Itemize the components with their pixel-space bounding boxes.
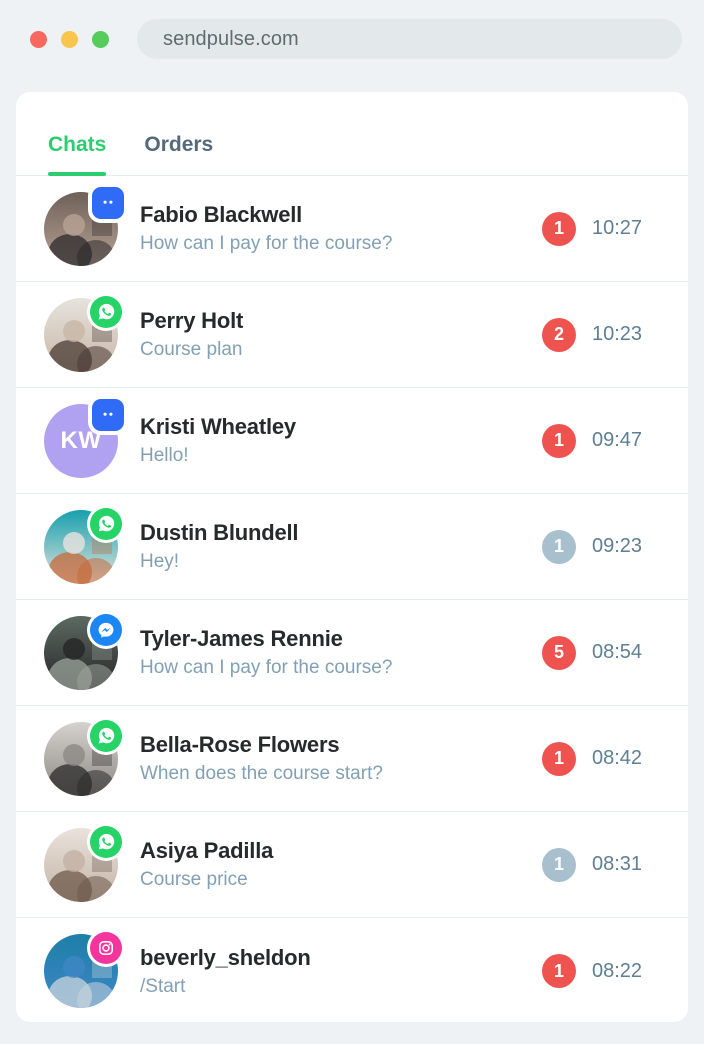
chats-card: Chats Orders Fabio Blackwell How can I pa… — [16, 92, 688, 1022]
timestamp: 09:47 — [592, 429, 643, 451]
chat-text: Perry Holt Course plan — [140, 308, 542, 361]
contact-name: Kristi Wheatley — [140, 414, 296, 439]
maximize-button[interactable] — [92, 30, 109, 48]
contact-name: Dustin Blundell — [140, 520, 299, 545]
timestamp: 09:23 — [592, 535, 643, 557]
contact-name: Bella-Rose Flowers — [140, 732, 340, 757]
chat-row[interactable]: Asiya Padilla Course price 1 08:31 — [16, 812, 688, 918]
chat-row[interactable]: Fabio Blackwell How can I pay for the cou… — [16, 176, 688, 282]
whatsapp-icon — [90, 825, 122, 858]
chat-text: Asiya Padilla Course price — [140, 838, 542, 891]
chat-meta: 2 10:23 — [542, 317, 656, 352]
chat-meta: 1 09:47 — [542, 423, 656, 458]
tab-orders-label: Orders — [144, 133, 214, 156]
avatar — [44, 932, 122, 1008]
url-text: sendpulse.com — [163, 27, 299, 50]
chat-row[interactable]: Dustin Blundell Hey! 1 09:23 — [16, 494, 688, 600]
whatsapp-icon — [90, 719, 122, 752]
chat-text: Bella-Rose Flowers When does the course s… — [140, 732, 542, 785]
chat-meta: 1 09:23 — [542, 529, 656, 564]
message-preview: Hey! — [140, 551, 180, 572]
chat-meta: 1 08:42 — [542, 741, 656, 776]
unread-badge: 1 — [542, 529, 576, 564]
message-preview: How can I pay for the course? — [140, 233, 393, 254]
chat-text: Fabio Blackwell How can I pay for the cou… — [140, 202, 542, 255]
chat-row[interactable]: Perry Holt Course plan 2 10:23 — [16, 282, 688, 388]
avatar — [44, 186, 124, 266]
browser-chrome: sendpulse.com — [0, 0, 704, 78]
message-preview: When does the course start? — [140, 763, 383, 784]
instagram-icon — [90, 932, 122, 964]
timestamp: 08:54 — [592, 641, 643, 663]
address-bar[interactable]: sendpulse.com — [137, 19, 682, 59]
minimize-button[interactable] — [61, 30, 78, 48]
avatar: KW — [44, 398, 124, 478]
unread-badge: 1 — [542, 741, 576, 776]
chat-row[interactable]: Bella-Rose Flowers When does the course s… — [16, 706, 688, 812]
message-preview: Hello! — [140, 445, 189, 466]
chat-text: beverly_sheldon/Start — [140, 945, 542, 998]
chat-list: Fabio Blackwell How can I pay for the cou… — [16, 176, 688, 1022]
contact-name: Tyler-James Rennie — [140, 626, 343, 651]
contact-name: Perry Holt — [140, 308, 244, 333]
contact-name: beverly_sheldon — [140, 944, 311, 970]
chat-meta: 5 08:54 — [542, 635, 656, 670]
chat-text: Tyler-James Rennie How can I pay for the … — [140, 626, 542, 679]
contact-name: Asiya Padilla — [140, 838, 274, 863]
livechat-bubble-icon — [92, 398, 124, 431]
avatar — [44, 719, 122, 796]
tab-bar: Chats Orders — [16, 92, 688, 176]
contact-name: Fabio Blackwell — [140, 202, 303, 227]
message-preview: How can I pay for the course? — [140, 657, 393, 678]
timestamp: 08:31 — [592, 853, 643, 875]
whatsapp-icon — [90, 507, 122, 540]
chat-meta: 1 08:22 — [542, 954, 656, 988]
avatar-initials-text: KW — [60, 426, 102, 454]
avatar — [44, 825, 122, 902]
whatsapp-icon — [90, 295, 122, 328]
unread-badge: 1 — [542, 847, 576, 882]
tab-chats-label: Chats — [48, 133, 107, 156]
timestamp: 10:27 — [592, 217, 643, 239]
avatar — [44, 613, 122, 690]
window-controls — [30, 30, 109, 48]
tab-chats[interactable]: Chats — [48, 133, 107, 176]
unread-badge: 5 — [542, 635, 576, 670]
timestamp: 08:42 — [592, 747, 643, 769]
unread-badge: 1 — [542, 211, 576, 246]
tab-orders[interactable]: Orders — [144, 133, 213, 175]
chat-row[interactable]: beverly_sheldon/Start 1 08:22 — [16, 918, 688, 1022]
avatar — [44, 507, 122, 584]
timestamp: 08:22 — [592, 959, 643, 982]
avatar — [44, 295, 122, 372]
unread-badge: 1 — [542, 954, 576, 988]
close-button[interactable] — [30, 30, 47, 48]
timestamp: 10:23 — [592, 323, 643, 345]
chat-row[interactable]: KW Kristi Wheatley Hello! 1 09:47 — [16, 388, 688, 494]
message-preview: Course plan — [140, 339, 243, 360]
unread-badge: 1 — [542, 423, 576, 458]
chat-meta: 1 10:27 — [542, 211, 656, 246]
livechat-bubble-icon — [92, 186, 124, 219]
chat-meta: 1 08:31 — [542, 847, 656, 882]
chat-text: Dustin Blundell Hey! — [140, 520, 542, 573]
unread-badge: 2 — [542, 317, 576, 352]
messenger-icon — [90, 613, 122, 646]
message-preview: /Start — [140, 975, 186, 997]
chat-row[interactable]: Tyler-James Rennie How can I pay for the … — [16, 600, 688, 706]
chat-text: Kristi Wheatley Hello! — [140, 414, 542, 467]
message-preview: Course price — [140, 869, 248, 890]
